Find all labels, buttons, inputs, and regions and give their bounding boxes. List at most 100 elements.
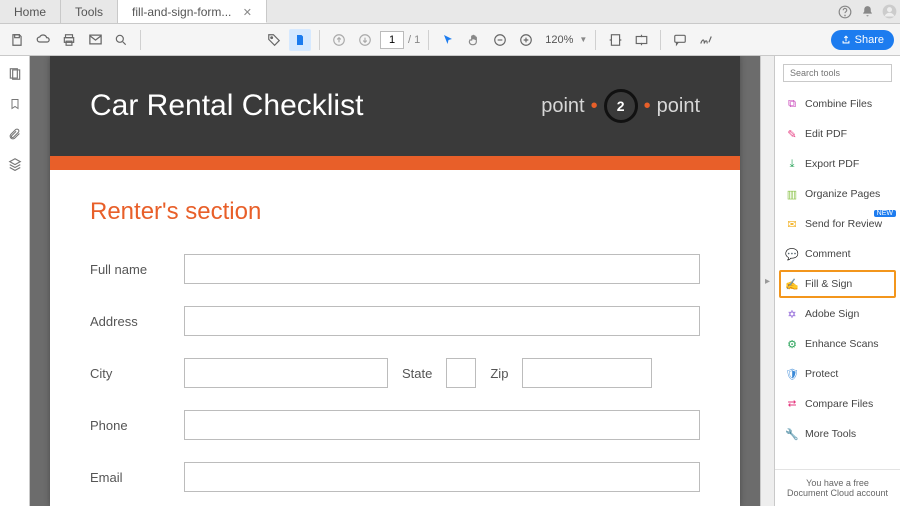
attachment-icon[interactable] [7, 126, 23, 142]
compare-icon: ⮂ [785, 397, 799, 411]
doc-title: Car Rental Checklist [90, 89, 363, 123]
section-title: Renter's section [90, 198, 700, 226]
brand-right: point [657, 95, 700, 118]
fit-page-icon[interactable] [630, 29, 652, 51]
doc-header: Car Rental Checklist point • 2 • point [50, 56, 740, 156]
brand-circle: 2 [604, 89, 638, 123]
zoom-in-icon[interactable] [515, 29, 537, 51]
export-icon: ⤓ [785, 157, 799, 171]
account-icon[interactable] [878, 0, 900, 23]
tool-label: Protect [805, 368, 838, 380]
input-fullname[interactable] [184, 254, 700, 284]
up-arrow-icon[interactable] [328, 29, 350, 51]
tab-bar: Home Tools fill-and-sign-form... ✕ [0, 0, 900, 24]
tool-label: Adobe Sign [805, 308, 859, 320]
adobesign-icon: ✡ [785, 307, 799, 321]
document-viewport[interactable]: Car Rental Checklist point • 2 • point R… [30, 56, 760, 506]
combine-icon: ⧉ [785, 97, 799, 111]
thumbnails-icon[interactable] [7, 66, 23, 82]
close-tab-icon[interactable]: ✕ [243, 7, 252, 19]
label-address: Address [90, 314, 170, 329]
label-zip: Zip [490, 366, 508, 381]
input-email[interactable] [184, 462, 700, 492]
tab-file[interactable]: fill-and-sign-form... ✕ [118, 0, 267, 23]
zoom-out-icon[interactable] [489, 29, 511, 51]
input-phone[interactable] [184, 410, 700, 440]
input-zip[interactable] [522, 358, 652, 388]
label-fullname: Full name [90, 262, 170, 277]
down-arrow-icon[interactable] [354, 29, 376, 51]
new-badge: NEW [874, 210, 896, 217]
fit-width-icon[interactable] [604, 29, 626, 51]
tool-send-review[interactable]: ✉ Send for ReviewNEW [779, 210, 896, 238]
tool-edit-pdf[interactable]: ✎ Edit PDF [779, 120, 896, 148]
input-state[interactable] [446, 358, 476, 388]
zoom-selector[interactable]: 120% ▼ [541, 34, 587, 46]
tool-compare-files[interactable]: ⮂ Compare Files [779, 390, 896, 418]
tool-more-tools[interactable]: 🔧 More Tools [779, 420, 896, 448]
sign-icon[interactable] [695, 29, 717, 51]
bell-icon[interactable] [856, 0, 878, 23]
page-total: / 1 [408, 34, 420, 46]
tool-label: Fill & Sign [805, 278, 852, 290]
search-tools-input[interactable] [783, 64, 892, 82]
tool-adobe-sign[interactable]: ✡ Adobe Sign [779, 300, 896, 328]
tool-label: Enhance Scans [805, 338, 879, 350]
collapse-right-panel[interactable]: ▸ [760, 56, 774, 506]
help-icon[interactable] [834, 0, 856, 23]
tab-file-label: fill-and-sign-form... [132, 5, 231, 19]
hand-icon[interactable] [463, 29, 485, 51]
bookmark-icon[interactable] [7, 96, 23, 112]
input-address[interactable] [184, 306, 700, 336]
tool-enhance-scans[interactable]: ⚙ Enhance Scans [779, 330, 896, 358]
tag-icon[interactable] [263, 29, 285, 51]
tool-label: Edit PDF [805, 128, 847, 140]
tool-export-pdf[interactable]: ⤓ Export PDF [779, 150, 896, 178]
pdf-page: Car Rental Checklist point • 2 • point R… [50, 56, 740, 506]
input-city[interactable] [184, 358, 388, 388]
review-icon: ✉ [785, 217, 799, 231]
edit-icon: ✎ [785, 127, 799, 141]
tool-comment[interactable]: 💬Comment [779, 240, 896, 268]
tool-label: Compare Files [805, 398, 873, 410]
search-icon[interactable] [110, 29, 132, 51]
print-icon[interactable] [58, 29, 80, 51]
share-label: Share [855, 34, 884, 46]
tab-tools[interactable]: Tools [61, 0, 118, 23]
pointer-icon[interactable] [437, 29, 459, 51]
tool-protect[interactable]: 🛡 Protect [779, 360, 896, 388]
tool-label: Send for Review [805, 218, 882, 230]
brand-left: point [541, 95, 584, 118]
orange-divider [50, 156, 740, 170]
tool-combine-files[interactable]: ⧉ Combine Files [779, 90, 896, 118]
account-footer: You have a free Document Cloud account [775, 469, 900, 506]
tool-organize-pages[interactable]: ▥ Organize Pages [779, 180, 896, 208]
tool-fill-sign[interactable]: ✍ Fill & Sign [779, 270, 896, 298]
more-icon: 🔧 [785, 427, 799, 441]
label-city: City [90, 366, 170, 381]
tab-home[interactable]: Home [0, 0, 61, 23]
tool-label: Comment [805, 248, 851, 260]
tool-label: Combine Files [805, 98, 872, 110]
tool-label: Organize Pages [805, 188, 880, 200]
right-panel: ⧉ Combine Files ✎ Edit PDF ⤓ Export PDF ▥ Or… [774, 56, 900, 506]
toolbar: / 1 120% ▼ Share [0, 24, 900, 56]
page-indicator: / 1 [380, 31, 420, 49]
share-button[interactable]: Share [831, 30, 894, 50]
layers-icon[interactable] [7, 156, 23, 172]
fillsign-icon: ✍ [785, 277, 799, 291]
organize-icon: ▥ [785, 187, 799, 201]
label-state: State [402, 366, 432, 381]
chevron-down-icon: ▼ [579, 35, 587, 44]
mail-icon[interactable] [84, 29, 106, 51]
tool-label: Export PDF [805, 158, 859, 170]
protect-icon: 🛡 [785, 367, 799, 381]
tool-label: More Tools [805, 428, 856, 440]
comment-icon[interactable] [669, 29, 691, 51]
save-icon[interactable] [6, 29, 28, 51]
enhance-icon: ⚙ [785, 337, 799, 351]
cloud-icon[interactable] [32, 29, 54, 51]
page-icon[interactable] [289, 29, 311, 51]
page-current-input[interactable] [380, 31, 404, 49]
label-email: Email [90, 470, 170, 485]
